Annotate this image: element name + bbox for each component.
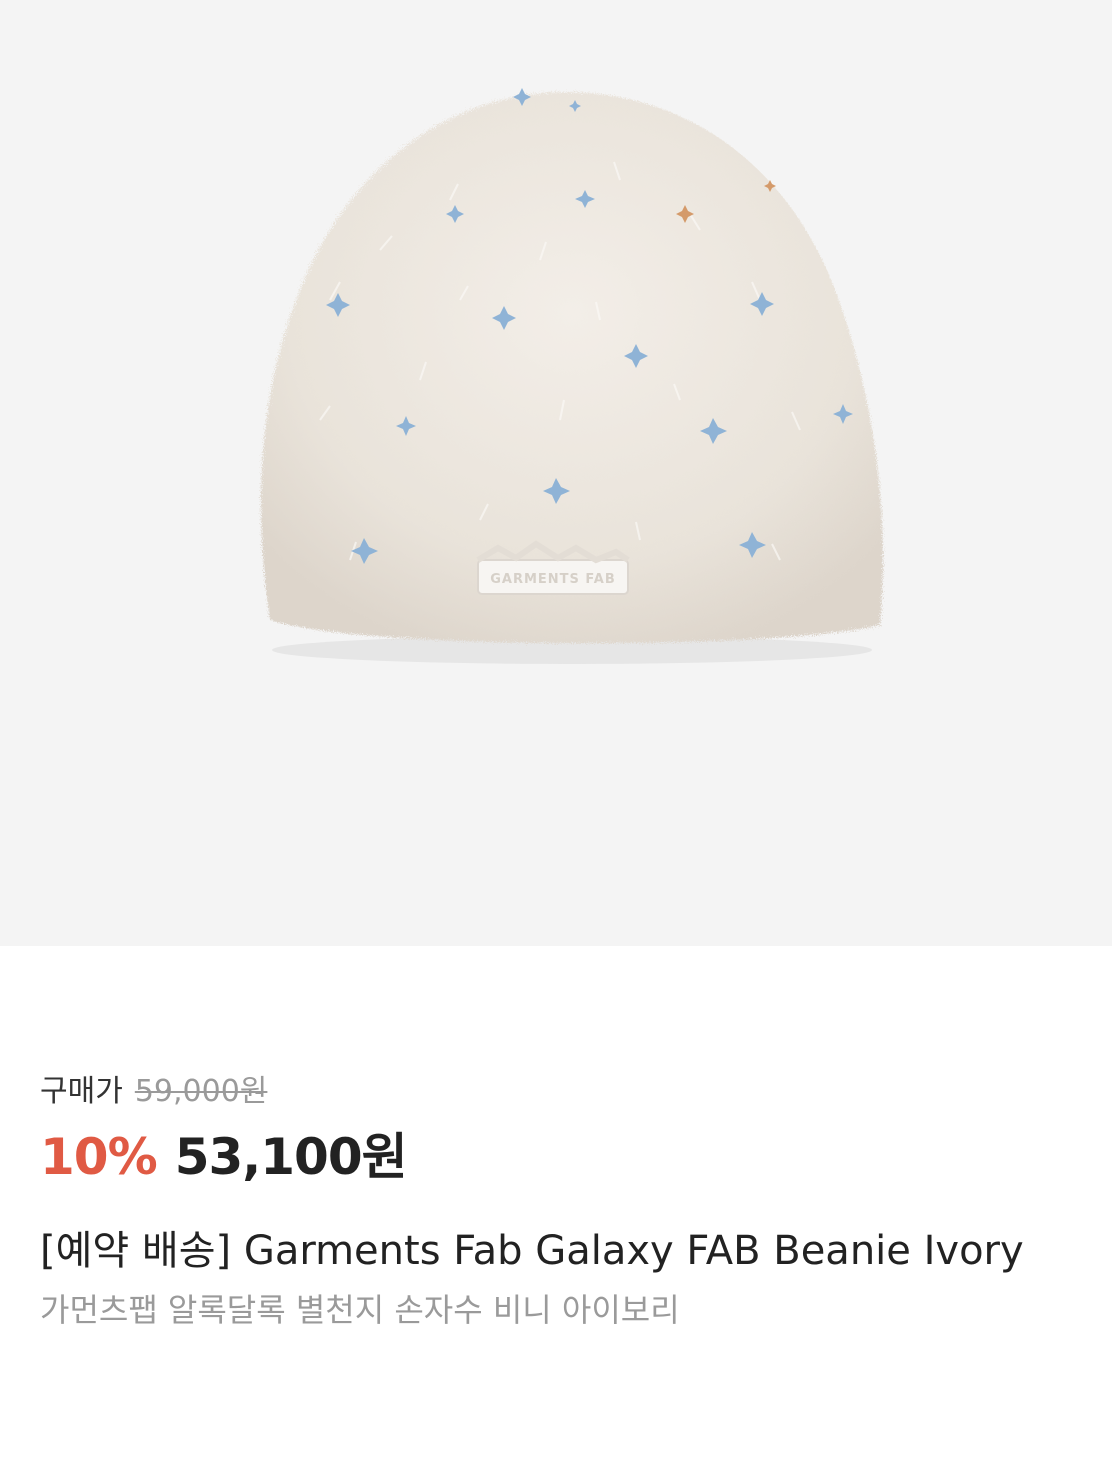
original-price: 59,000원 bbox=[134, 1074, 268, 1109]
product-info: 구매가 59,000원 10% 53,100원 [예약 배송] Garments… bbox=[40, 1066, 1072, 1336]
price-label: 구매가 bbox=[40, 1074, 123, 1109]
price-row: 구매가 59,000원 bbox=[40, 1066, 1072, 1118]
beanie-illustration: GARMENTS FAB bbox=[261, 88, 883, 664]
sale-row: 10% 53,100원 bbox=[40, 1122, 1072, 1192]
product-title: [예약 배송] Garments Fab Galaxy FAB Beanie I… bbox=[40, 1228, 1024, 1274]
product-image[interactable]: GARMENTS FAB bbox=[0, 0, 1112, 946]
discount-rate: 10% bbox=[40, 1128, 158, 1186]
product-subtitle: 가먼츠팹 알록달록 별천지 손자수 비니 아이보리 bbox=[40, 1291, 680, 1329]
label-patch-text: GARMENTS FAB bbox=[490, 572, 616, 587]
sale-price: 53,100원 bbox=[174, 1128, 408, 1186]
